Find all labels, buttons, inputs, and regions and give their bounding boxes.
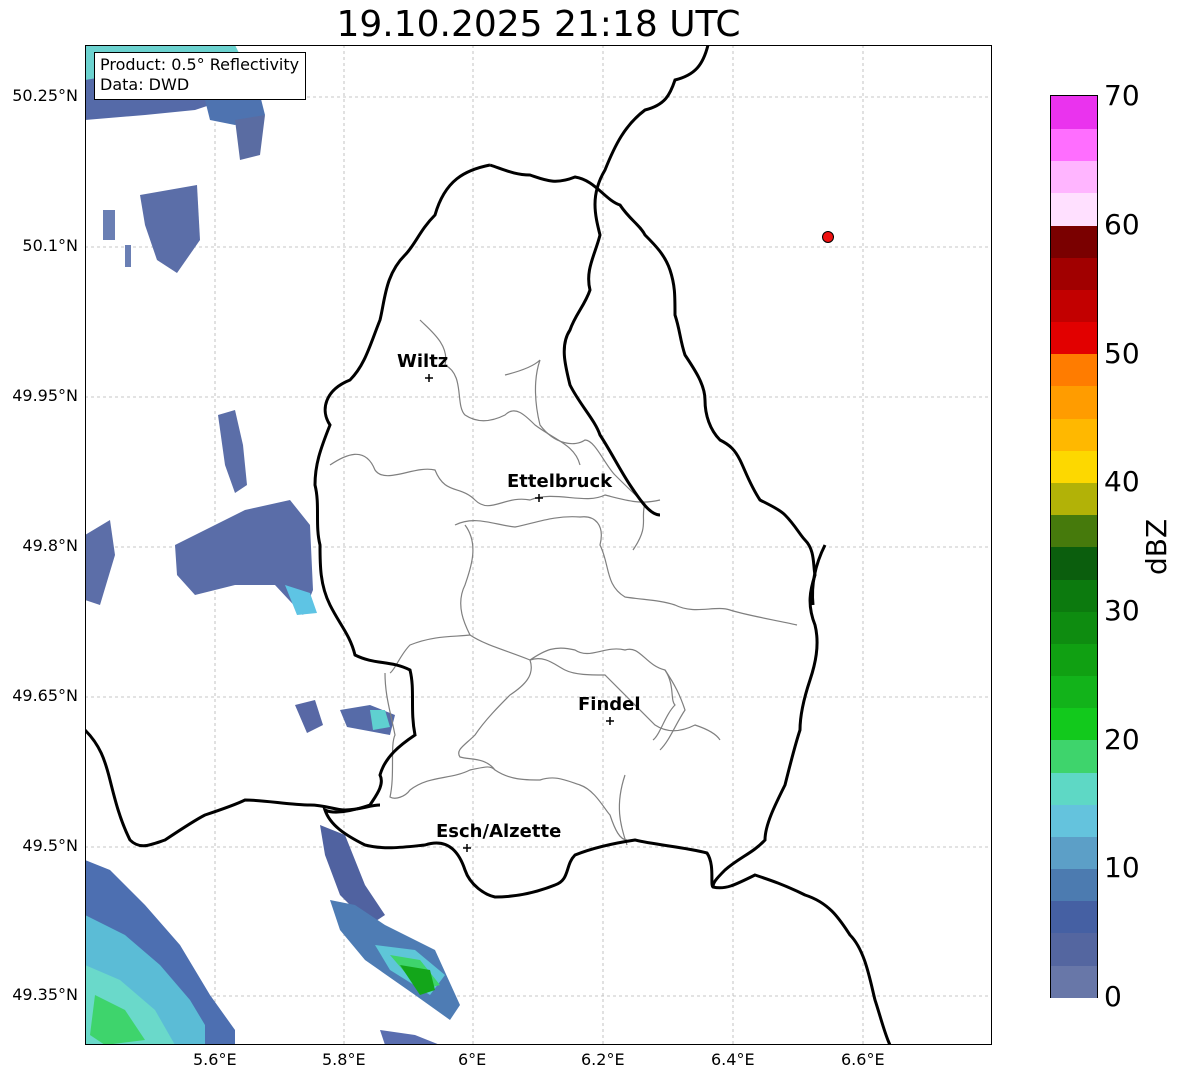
colorbar-segment xyxy=(1051,643,1097,677)
colorbar-segment xyxy=(1051,739,1097,773)
colorbar-segment xyxy=(1051,964,1097,998)
colorbar-tick: 40 xyxy=(1104,465,1140,498)
lat-tick: 49.95°N xyxy=(12,386,78,405)
info-product: Product: 0.5° Reflectivity xyxy=(100,55,300,74)
radar-map[interactable] xyxy=(85,45,992,1045)
lat-tick: 49.35°N xyxy=(12,985,78,1004)
colorbar-segment xyxy=(1051,675,1097,709)
colorbar-segment xyxy=(1051,836,1097,870)
colorbar-tick: 10 xyxy=(1104,851,1140,884)
colorbar-segment xyxy=(1051,868,1097,902)
colorbar-segment xyxy=(1051,482,1097,516)
city-label-ettelbruck: Ettelbruck xyxy=(507,471,613,492)
city-label-findel: Findel xyxy=(578,694,641,715)
colorbar-segment xyxy=(1051,289,1097,323)
colorbar-segment xyxy=(1051,803,1097,837)
colorbar-label: dBZ xyxy=(1140,518,1173,575)
colorbar-segment xyxy=(1051,192,1097,226)
location-marker[interactable] xyxy=(822,231,834,243)
colorbar-tick: 50 xyxy=(1104,337,1140,370)
map-title: 19.10.2025 21:18 UTC xyxy=(336,4,741,45)
city-label-esch: Esch/Alzette xyxy=(436,821,562,842)
colorbar xyxy=(1050,95,1098,998)
lat-tick: 49.8°N xyxy=(22,536,78,555)
lat-tick: 50.1°N xyxy=(22,236,78,255)
colorbar-segment xyxy=(1051,417,1097,451)
info-box: Product: 0.5° Reflectivity Data: DWD xyxy=(94,52,307,100)
colorbar-segment xyxy=(1051,707,1097,741)
colorbar-tick: 70 xyxy=(1104,79,1140,112)
lat-tick: 49.5°N xyxy=(22,836,78,855)
lon-tick: 5.8°E xyxy=(322,1050,366,1069)
colorbar-segment xyxy=(1051,546,1097,580)
colorbar-tick: 60 xyxy=(1104,208,1140,241)
lon-tick: 6°E xyxy=(458,1050,487,1069)
lon-tick: 6.6°E xyxy=(841,1050,885,1069)
lon-tick: 5.6°E xyxy=(193,1050,237,1069)
city-label-wiltz: Wiltz xyxy=(397,351,449,372)
lon-tick: 6.2°E xyxy=(581,1050,625,1069)
colorbar-segment xyxy=(1051,256,1097,290)
colorbar-segment xyxy=(1051,514,1097,548)
lon-tick: 6.4°E xyxy=(711,1050,755,1069)
colorbar-segment xyxy=(1051,900,1097,934)
colorbar-segment xyxy=(1051,224,1097,258)
colorbar-tick: 20 xyxy=(1104,723,1140,756)
lat-tick: 50.25°N xyxy=(12,86,78,105)
info-source: Data: DWD xyxy=(100,75,190,94)
colorbar-segment xyxy=(1051,128,1097,162)
colorbar-segment xyxy=(1051,771,1097,805)
colorbar-segment xyxy=(1051,160,1097,194)
colorbar-segment xyxy=(1051,96,1097,129)
colorbar-segment xyxy=(1051,353,1097,387)
colorbar-segment xyxy=(1051,932,1097,966)
colorbar-segment xyxy=(1051,578,1097,612)
lat-tick: 49.65°N xyxy=(12,686,78,705)
colorbar-tick: 30 xyxy=(1104,594,1140,627)
colorbar-segment xyxy=(1051,610,1097,644)
colorbar-tick: 0 xyxy=(1104,980,1122,1013)
map-canvas xyxy=(85,45,992,1045)
colorbar-segment xyxy=(1051,321,1097,355)
colorbar-segment xyxy=(1051,385,1097,419)
colorbar-segment xyxy=(1051,449,1097,483)
